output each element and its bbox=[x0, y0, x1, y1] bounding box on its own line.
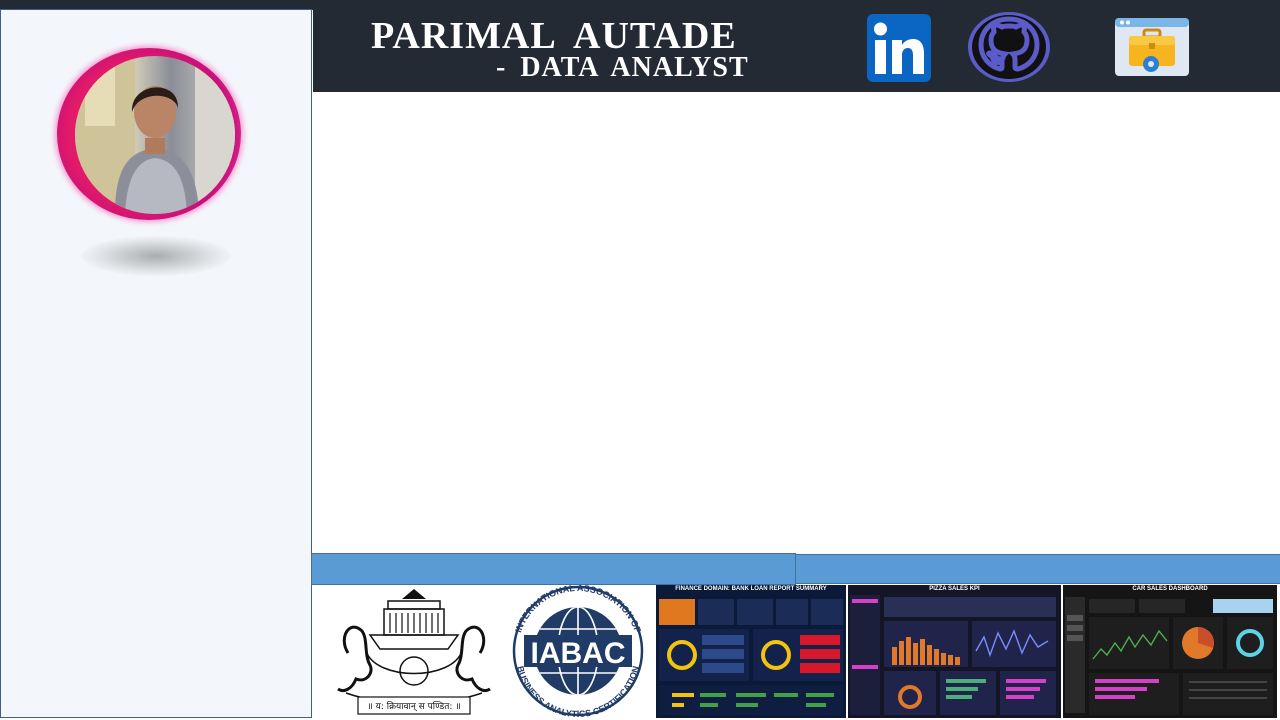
avatar-shadow bbox=[81, 236, 231, 276]
bank-dashboard-title: FINANCE DOMAIN: BANK LOAN REPORT SUMMARY bbox=[675, 586, 827, 592]
pizza-sales-dashboard-thumbnail[interactable]: PIZZA SALES KPI bbox=[848, 585, 1061, 718]
university-logo: ॥ य: क्रियावान् स पण्डित: ॥ bbox=[326, 585, 502, 718]
role-subtitle: - DATA ANALYST bbox=[496, 52, 749, 83]
accent-band-left bbox=[311, 553, 796, 585]
header-bar: PARIMAL AUTADE - DATA ANALYST bbox=[313, 10, 1280, 92]
avatar bbox=[75, 56, 235, 214]
bank-loan-dashboard-thumbnail[interactable]: FINANCE DOMAIN: BANK LOAN REPORT SUMMARY bbox=[656, 585, 846, 718]
github-icon[interactable] bbox=[966, 10, 1052, 84]
university-motto: ॥ य: क्रियावान् स पण्डित: ॥ bbox=[367, 700, 460, 712]
car-dashboard-title: CAR SALES DASHBOARD bbox=[1132, 586, 1208, 592]
profile-photo bbox=[75, 56, 235, 214]
accent-band-right bbox=[796, 554, 1280, 584]
iabac-abbrev: IABAC bbox=[531, 637, 626, 670]
pizza-dashboard-title: PIZZA SALES KPI bbox=[929, 586, 980, 592]
profile-sidebar bbox=[0, 9, 312, 718]
car-sales-dashboard-thumbnail[interactable]: CAR SALES DASHBOARD bbox=[1063, 585, 1277, 718]
linkedin-icon[interactable] bbox=[866, 13, 932, 83]
iabac-logo: IABAC INTERNATIONAL ASSOCIATION OF BUSIN… bbox=[502, 585, 654, 718]
portfolio-briefcase-icon[interactable] bbox=[1113, 16, 1191, 78]
